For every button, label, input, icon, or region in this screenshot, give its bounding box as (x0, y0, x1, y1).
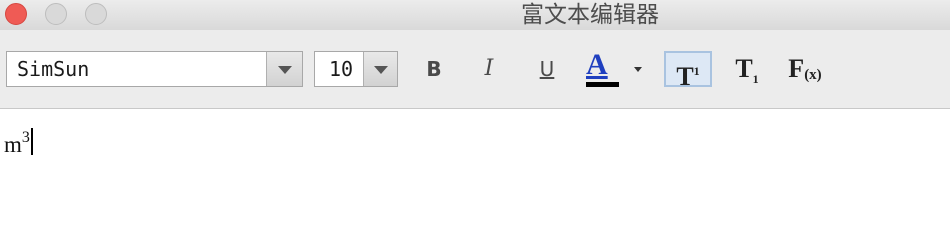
subscript-button[interactable]: T1 (724, 51, 770, 87)
text-color-swatch (586, 82, 619, 87)
window-close-button[interactable] (5, 3, 27, 25)
text-color-icon: A (586, 48, 608, 81)
italic-icon: I (484, 56, 494, 81)
formatting-toolbar: SimSun 10 B I U A T1 T1 F(x) (0, 30, 950, 109)
title-bar: 富文本编辑器 (0, 0, 950, 30)
chevron-down-icon (374, 66, 388, 74)
formula-icon-letter: F (788, 54, 805, 83)
text-color-button[interactable]: A (582, 48, 644, 87)
text-caret (31, 128, 33, 155)
font-size-value: 10 (329, 57, 354, 81)
font-size-select[interactable]: 10 (314, 51, 398, 87)
editor-superscript-text: 3 (21, 129, 30, 146)
font-size-dropdown-button[interactable] (363, 52, 397, 86)
window-title: 富文本编辑器 (521, 2, 659, 28)
bold-icon: B (426, 57, 442, 81)
window-minimize-button[interactable] (45, 3, 67, 25)
subscript-icon-letter: T (735, 54, 753, 83)
italic-button[interactable]: I (466, 51, 512, 87)
chevron-down-icon (278, 66, 292, 74)
font-family-dropdown-button[interactable] (266, 52, 302, 86)
superscript-icon-letter: T (676, 62, 694, 91)
underline-button[interactable]: U (524, 51, 570, 87)
formula-button[interactable]: F(x) (782, 51, 828, 87)
window-zoom-button[interactable] (85, 3, 107, 25)
superscript-button[interactable]: T1 (664, 51, 712, 91)
font-family-value: SimSun (17, 57, 90, 81)
chevron-down-icon[interactable] (634, 67, 642, 72)
bold-button[interactable]: B (411, 51, 457, 87)
superscript-icon: T1 (676, 62, 699, 91)
rich-text-editor[interactable]: m3 (0, 109, 950, 242)
superscript-icon-mark: 1 (693, 64, 700, 78)
font-family-select[interactable]: SimSun (6, 51, 303, 87)
formula-icon: F(x) (788, 54, 822, 83)
subscript-icon: T1 (735, 54, 758, 86)
editor-base-text: m (4, 132, 22, 157)
subscript-icon-mark: 1 (752, 72, 759, 86)
underline-icon: U (539, 57, 555, 81)
formula-icon-mark: (x) (804, 67, 822, 83)
editor-content[interactable]: m3 (4, 129, 30, 159)
